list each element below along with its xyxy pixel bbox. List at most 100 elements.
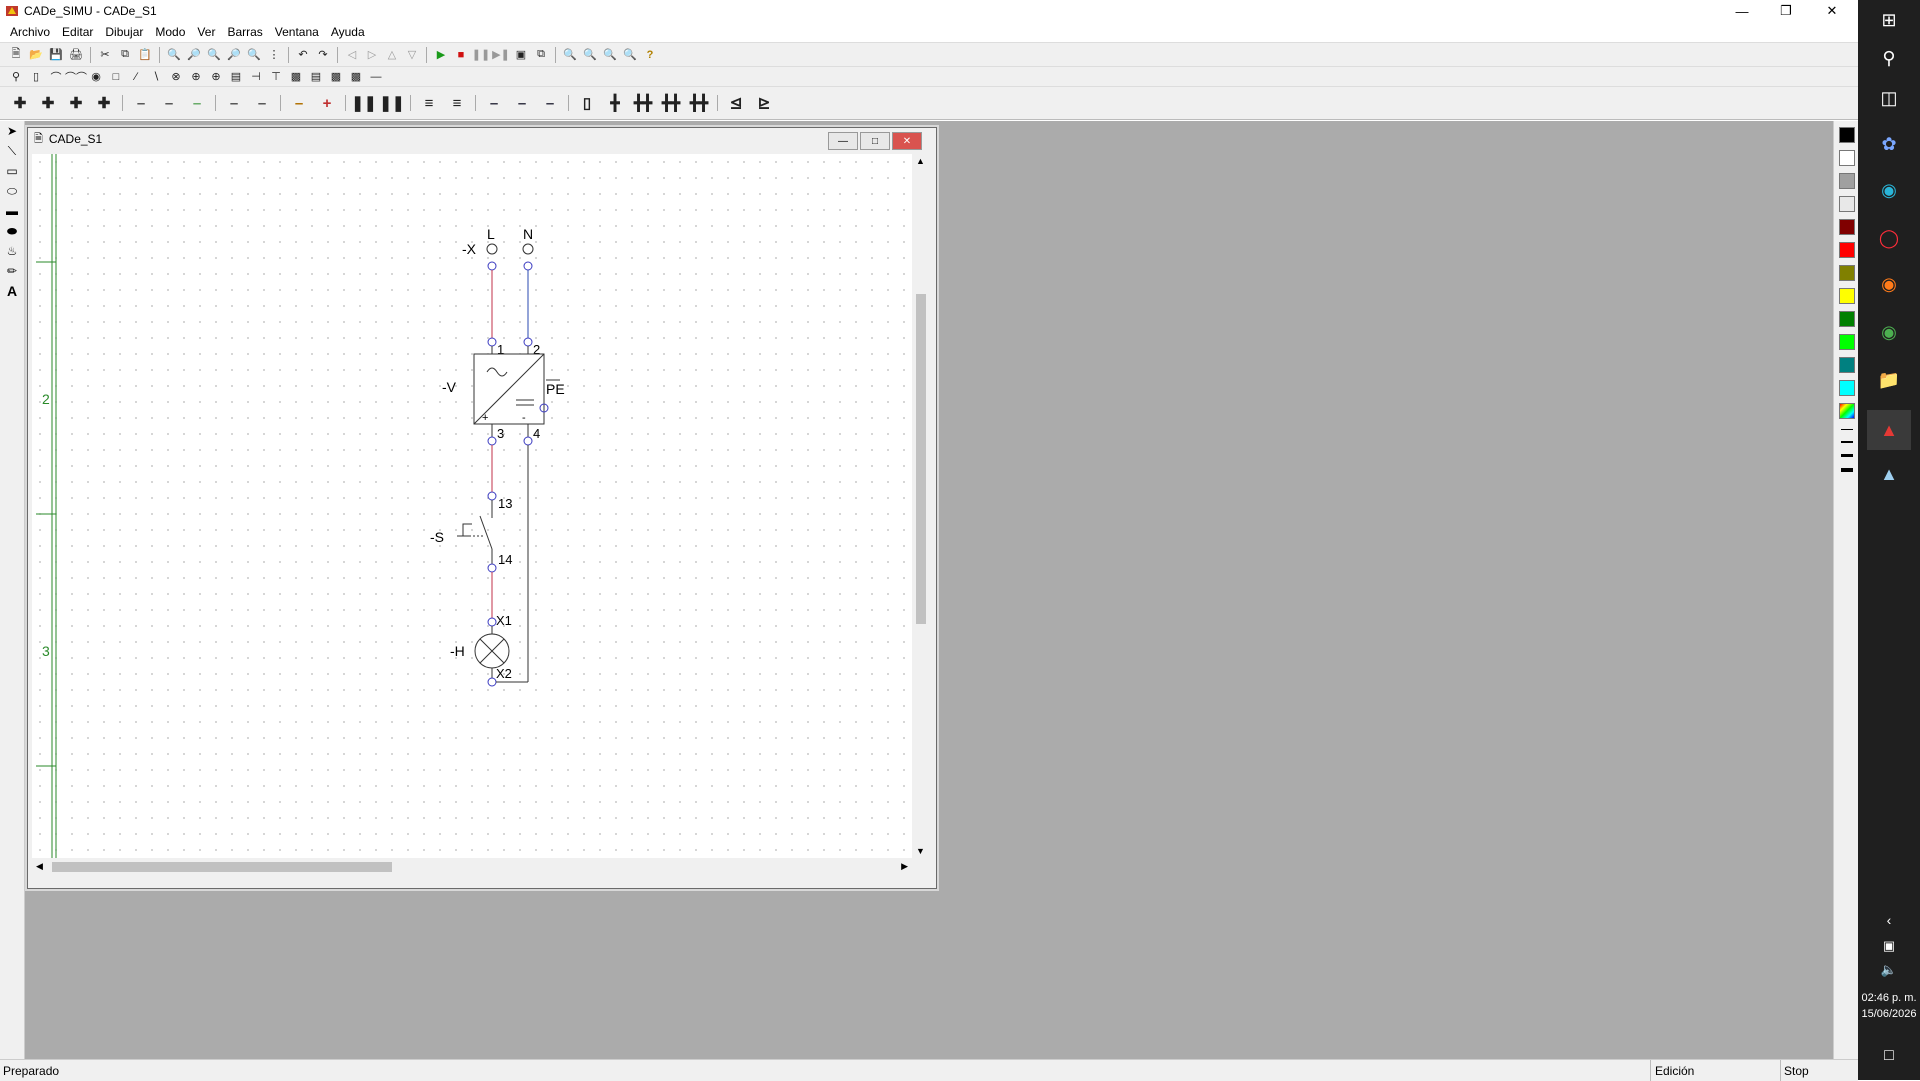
find-previous-icon[interactable]: 🔎 bbox=[224, 46, 244, 64]
text-tool-icon[interactable]: A bbox=[0, 281, 24, 301]
rectangle-icon[interactable]: ▭ bbox=[0, 161, 24, 181]
close-button[interactable]: ✕ bbox=[1810, 0, 1854, 22]
zoom-out-icon[interactable]: 🔍 bbox=[580, 46, 600, 64]
line-plus-icon[interactable]: + bbox=[313, 91, 341, 115]
bus-4-icon[interactable]: ❚❚ bbox=[378, 91, 406, 115]
scroll-down-icon[interactable]: ▼ bbox=[916, 846, 925, 856]
conn-2-icon[interactable]: – bbox=[508, 91, 536, 115]
line-pe-icon[interactable]: – bbox=[248, 91, 276, 115]
minimize-button[interactable]: — bbox=[1720, 0, 1764, 22]
task-view-icon[interactable]: ◫ bbox=[1873, 82, 1905, 114]
coil-icon[interactable]: ⊤ bbox=[266, 68, 286, 86]
junction-icon[interactable]: ⊕ bbox=[186, 68, 206, 86]
terminal-icon[interactable]: ⊕ bbox=[206, 68, 226, 86]
fuse-icon[interactable]: ▯ bbox=[26, 68, 46, 86]
find-replace-icon[interactable]: 🔎 bbox=[184, 46, 204, 64]
open-folder-icon[interactable]: 📂 bbox=[26, 46, 46, 64]
conn-1-icon[interactable]: – bbox=[480, 91, 508, 115]
line-width-2[interactable] bbox=[1840, 441, 1853, 443]
menu-dibujar[interactable]: Dibujar bbox=[99, 25, 149, 39]
align-left-icon[interactable]: ◁ bbox=[342, 46, 362, 64]
rotate-icon[interactable]: ▽ bbox=[402, 46, 422, 64]
fill-bucket-icon[interactable]: ♨ bbox=[0, 241, 24, 261]
cut-icon[interactable]: ✂ bbox=[95, 46, 115, 64]
hbus-3-icon[interactable]: ≡ bbox=[415, 91, 443, 115]
conn-3-icon[interactable]: – bbox=[536, 91, 564, 115]
plug-2-icon[interactable]: ⊵ bbox=[750, 91, 778, 115]
volume-icon[interactable]: 🔈 bbox=[1873, 954, 1905, 986]
line-tool-icon[interactable]: ⟍ bbox=[0, 141, 24, 161]
grid-icon[interactable]: ⋮ bbox=[264, 46, 284, 64]
file-explorer-icon[interactable]: 📁 bbox=[1873, 364, 1905, 396]
find-icon[interactable]: 🔍 bbox=[164, 46, 184, 64]
cade-simu-taskbar-icon[interactable]: ▲ bbox=[1867, 410, 1911, 450]
find-next-icon[interactable]: 🔍 bbox=[204, 46, 224, 64]
scroll-left-icon[interactable]: ◀ bbox=[36, 861, 43, 872]
menu-ventana[interactable]: Ventana bbox=[269, 25, 325, 39]
undo-icon[interactable]: ↶ bbox=[293, 46, 313, 64]
menu-ver[interactable]: Ver bbox=[191, 25, 221, 39]
filled-rectangle-icon[interactable]: ▬ bbox=[0, 201, 24, 221]
connector-1-icon[interactable]: ▯ bbox=[573, 91, 601, 115]
timer-icon[interactable]: ▤ bbox=[306, 68, 326, 86]
play-icon[interactable]: ▶ bbox=[431, 46, 451, 64]
copilot-icon[interactable]: ✿ bbox=[1873, 128, 1905, 160]
app-icon-blue[interactable]: ▲ bbox=[1873, 458, 1905, 490]
drawing-canvas[interactable]: 2 3 L N -X 1 2 -V PE + - 3 4 13 -S 14 X1… bbox=[32, 154, 912, 858]
windows-icon[interactable]: ⧉ bbox=[531, 46, 551, 64]
color-swatch[interactable] bbox=[1838, 265, 1855, 281]
child-close-button[interactable]: ✕ bbox=[892, 132, 922, 150]
color-swatch[interactable] bbox=[1838, 357, 1855, 373]
vertical-scroll-thumb[interactable] bbox=[916, 294, 926, 624]
cross-wire-3-icon[interactable]: ✚ bbox=[62, 91, 90, 115]
horizontal-scrollbar[interactable]: ◀ ▶ bbox=[32, 858, 912, 876]
opera-icon[interactable]: ◯ bbox=[1873, 222, 1905, 254]
hbus-4-icon[interactable]: ≡ bbox=[443, 91, 471, 115]
edge-icon[interactable]: ◉ bbox=[1873, 174, 1905, 206]
connector-3-icon[interactable]: ╋╋ bbox=[629, 91, 657, 115]
display-icon[interactable]: ▩ bbox=[346, 68, 366, 86]
plug-1-icon[interactable]: ⊴ bbox=[722, 91, 750, 115]
zoom-in-icon[interactable]: 🔍 bbox=[560, 46, 580, 64]
scroll-up-icon[interactable]: ▲ bbox=[916, 156, 925, 166]
save-icon[interactable]: 💾 bbox=[46, 46, 66, 64]
search-icon[interactable]: ⚲ bbox=[1873, 42, 1905, 74]
cross-wire-icon[interactable]: ✚ bbox=[6, 91, 34, 115]
connector-2-icon[interactable]: ╋ bbox=[601, 91, 629, 115]
clock-date[interactable]: 15/06/2026 bbox=[1858, 1006, 1920, 1022]
ellipse-icon[interactable]: ⬭ bbox=[0, 181, 24, 201]
breaker-3p-icon[interactable]: ⌒⌒ bbox=[65, 68, 87, 86]
color-swatch[interactable] bbox=[1838, 311, 1855, 327]
color-swatch[interactable] bbox=[1838, 219, 1855, 235]
line-dc-icon[interactable]: – bbox=[285, 91, 313, 115]
line-l3-icon[interactable]: – bbox=[183, 91, 211, 115]
color-swatch[interactable] bbox=[1838, 242, 1855, 258]
copy-icon[interactable]: ⧉ bbox=[115, 46, 135, 64]
cross-wire-4-icon[interactable]: ✚ bbox=[90, 91, 118, 115]
color-swatch[interactable] bbox=[1838, 150, 1855, 166]
redo-icon[interactable]: ↷ bbox=[313, 46, 333, 64]
clock-time[interactable]: 02:46 p. m. bbox=[1858, 990, 1920, 1006]
connector-5-icon[interactable]: ╋╋ bbox=[685, 91, 713, 115]
bus-3-icon[interactable]: ❚❚ bbox=[350, 91, 378, 115]
wire-icon[interactable]: — bbox=[366, 68, 386, 86]
new-file-icon[interactable]: 🗎 bbox=[6, 46, 26, 64]
scroll-right-icon[interactable]: ▶ bbox=[901, 861, 908, 872]
help-icon[interactable]: ? bbox=[640, 46, 660, 64]
zoom-all-icon[interactable]: 🔍 bbox=[620, 46, 640, 64]
filled-ellipse-icon[interactable]: ⬬ bbox=[0, 221, 24, 241]
multicolor-swatch[interactable] bbox=[1838, 403, 1855, 419]
stop-icon[interactable]: ■ bbox=[451, 46, 471, 64]
line-width-4[interactable] bbox=[1840, 468, 1853, 472]
counter-icon[interactable]: ▩ bbox=[286, 68, 306, 86]
color-swatch[interactable] bbox=[1838, 380, 1855, 396]
child-minimize-button[interactable]: — bbox=[828, 132, 858, 150]
line-n-icon[interactable]: – bbox=[220, 91, 248, 115]
color-swatch[interactable] bbox=[1838, 334, 1855, 350]
zoom-fit-icon[interactable]: 🔍 bbox=[600, 46, 620, 64]
window-icon[interactable]: ▣ bbox=[511, 46, 531, 64]
breaker-icon[interactable]: ⌒ bbox=[46, 68, 66, 86]
contact-no-icon[interactable]: ∕ bbox=[126, 68, 146, 86]
eyedropper-icon[interactable]: ✏ bbox=[0, 261, 24, 281]
notification-icon[interactable]: □ bbox=[1873, 1040, 1905, 1072]
